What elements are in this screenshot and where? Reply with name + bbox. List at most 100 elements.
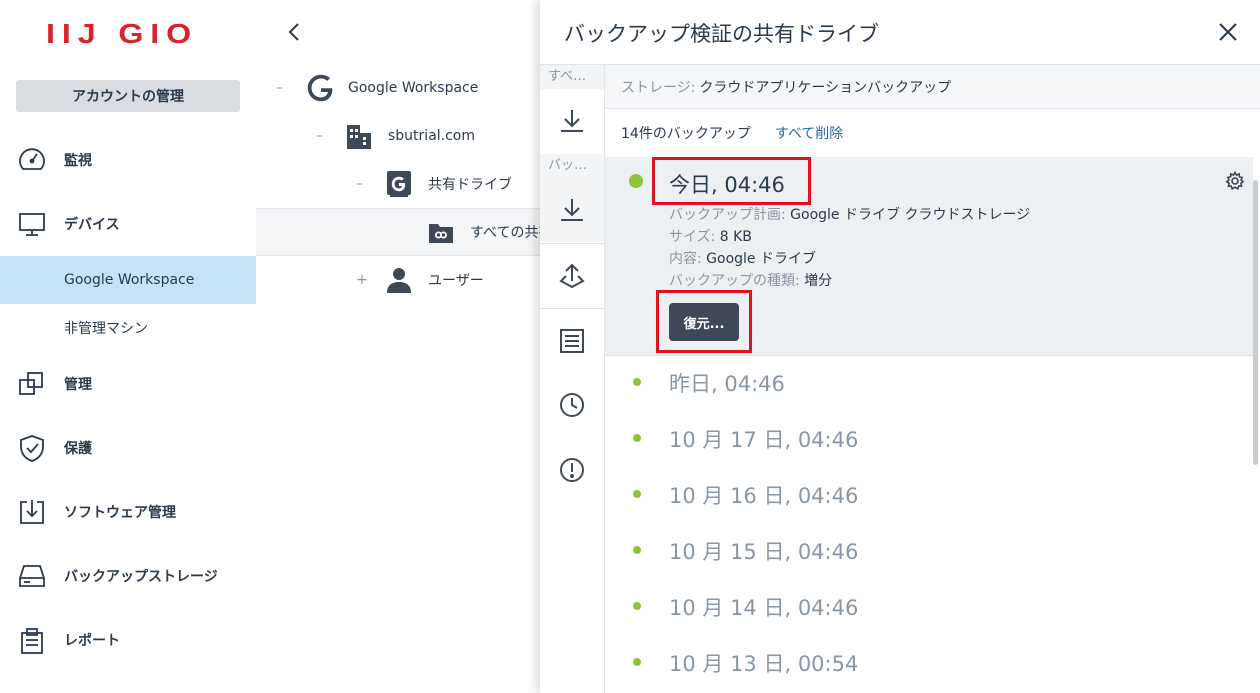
timeline-dot <box>633 546 641 554</box>
backup-entry[interactable]: 10 月 15 日, 04:46 <box>605 524 1253 580</box>
user-icon <box>387 268 411 293</box>
download-backup-button[interactable] <box>540 178 604 242</box>
tree-label: ユーザー <box>428 273 484 289</box>
brand-logo: IIJ GIO <box>46 18 199 49</box>
detail-type: バックアップの種類: 増分 <box>669 270 832 290</box>
tree-row-google-workspace[interactable]: – Google Workspace <box>256 64 546 112</box>
app-root: IIJ GIO アカウントの管理 監視 デバイス Google Workspac… <box>0 0 1260 693</box>
timeline-dot <box>629 174 643 188</box>
backup-date: 10 月 13 日, 00:54 <box>669 652 859 676</box>
clock-icon <box>560 393 584 417</box>
timeline-dot <box>633 602 641 610</box>
nav-sub-google-workspace[interactable]: Google Workspace <box>0 256 256 304</box>
backup-entry[interactable]: 10 月 14 日, 04:46 <box>605 580 1253 636</box>
backup-list-area: ストレージ: クラウドアプリケーションバックアップ 14件のバックアップ すべて… <box>605 65 1260 693</box>
backup-detail-panel: バックアップ検証の共有ドライブ すべ… バッ… ストレージ: クラウドアプリケー… <box>540 0 1260 693</box>
back-arrow-icon[interactable] <box>284 18 304 46</box>
storage-label: ストレージ: <box>621 79 696 96</box>
alert-circle-icon <box>560 458 584 482</box>
nav-item-backup-storage[interactable]: バックアップストレージ <box>0 552 256 600</box>
rail-caption-backup: バッ… <box>540 154 604 178</box>
backup-entry[interactable]: 昨日, 04:46 <box>605 356 1253 412</box>
nav-item-devices[interactable]: デバイス <box>0 200 256 248</box>
panel-title: バックアップ検証の共有ドライブ <box>564 22 879 46</box>
google-drive-box-icon <box>387 171 411 197</box>
rail-caption-all: すべ… <box>540 65 604 89</box>
highlight-box-restore <box>656 290 752 353</box>
shared-folder-icon <box>429 224 453 243</box>
account-management-button[interactable]: アカウントの管理 <box>16 80 240 112</box>
gauge-icon <box>19 148 45 170</box>
backup-entry-selected[interactable]: 今日, 04:46 バックアップ計画: Google ドライブ クラウドストレー… <box>605 157 1253 356</box>
highlight-box-date <box>652 157 811 205</box>
monitor-icon <box>19 213 45 236</box>
google-icon <box>307 74 333 102</box>
nav-item-monitoring[interactable]: 監視 <box>0 136 256 184</box>
shield-check-icon <box>20 435 44 462</box>
tree-row-all-shared[interactable]: すべての共有 <box>256 208 552 256</box>
collapse-toggle[interactable]: – <box>356 176 363 192</box>
delete-all-link[interactable]: すべて削除 <box>775 123 843 143</box>
nav-item-software-management[interactable]: ソフトウェア管理 <box>0 488 256 536</box>
backup-count: 14件のバックアップ <box>621 126 751 142</box>
storage-value: クラウドアプリケーションバックアップ <box>699 79 952 96</box>
expand-toggle[interactable]: + <box>356 272 368 288</box>
log-list-icon <box>560 328 584 353</box>
download-all-button[interactable] <box>540 89 604 153</box>
tree-label: Google Workspace <box>348 80 479 96</box>
nav-item-management[interactable]: 管理 <box>0 360 256 408</box>
upload-restore-icon <box>559 263 585 288</box>
nav-label: ソフトウェア管理 <box>64 505 176 521</box>
tree-row-domain[interactable]: – sbutrial.com <box>256 112 546 160</box>
nav-item-reports[interactable]: レポート <box>0 616 256 664</box>
detail-value: 増分 <box>804 273 833 289</box>
alerts-button[interactable] <box>540 438 604 502</box>
storage-drive-icon <box>19 565 45 587</box>
gear-icon[interactable] <box>1225 171 1245 191</box>
tree-row-shared-drives[interactable]: – 共有ドライブ <box>256 160 546 208</box>
backup-date: 10 月 15 日, 04:46 <box>669 540 859 564</box>
action-rail: すべ… バッ… <box>540 65 605 693</box>
tree-label: 共有ドライブ <box>428 177 512 193</box>
resource-tree: – Google Workspace – sbutrial.com – 共有ドラ… <box>256 0 552 693</box>
timeline-dot <box>633 490 641 498</box>
detail-plan: バックアップ計画: Google ドライブ クラウドストレージ <box>669 204 1030 224</box>
nav-label: 保護 <box>64 441 92 457</box>
activity-log-button[interactable] <box>540 308 604 372</box>
close-icon[interactable] <box>1216 20 1240 44</box>
detail-label: サイズ: <box>669 229 716 245</box>
backup-date: 昨日, 04:46 <box>669 372 785 396</box>
timeline-dot <box>633 434 641 442</box>
restore-upload-button[interactable] <box>540 243 604 307</box>
tree-row-users[interactable]: + ユーザー <box>256 256 546 304</box>
backup-entry[interactable]: 10 月 16 日, 04:46 <box>605 468 1253 524</box>
history-button[interactable] <box>540 373 604 437</box>
backup-date: 10 月 17 日, 04:46 <box>669 428 859 452</box>
backup-entry[interactable]: 10 月 13 日, 00:54 <box>605 636 1253 692</box>
tree-label: sbutrial.com <box>388 128 476 144</box>
detail-size: サイズ: 8 KB <box>669 226 752 246</box>
nav-label: 監視 <box>64 153 92 169</box>
nav-label: デバイス <box>64 217 120 233</box>
detail-value: Google ドライブ <box>706 251 816 267</box>
copy-icon <box>19 372 43 395</box>
software-download-icon <box>20 500 44 524</box>
nav-label: レポート <box>64 633 120 649</box>
backup-entry[interactable]: 10 月 17 日, 04:46 <box>605 412 1253 468</box>
timeline-dot <box>633 658 641 666</box>
nav-sub-label: 非管理マシン <box>64 321 148 337</box>
nav-item-protection[interactable]: 保護 <box>0 424 256 472</box>
download-icon <box>561 199 583 221</box>
scrollbar[interactable] <box>1253 180 1258 465</box>
backup-date: 10 月 16 日, 04:46 <box>669 484 859 508</box>
backup-count-row: 14件のバックアップ すべて削除 <box>605 109 1260 157</box>
backup-date: 10 月 14 日, 04:46 <box>669 596 859 620</box>
building-icon <box>347 125 371 149</box>
detail-label: バックアップ計画: <box>669 207 786 223</box>
nav-sub-unmanaged-machines[interactable]: 非管理マシン <box>0 304 256 352</box>
collapse-toggle[interactable]: – <box>316 128 323 144</box>
detail-content: 内容: Google ドライブ <box>669 248 816 268</box>
storage-info: ストレージ: クラウドアプリケーションバックアップ <box>605 65 1260 109</box>
collapse-toggle[interactable]: – <box>276 80 283 96</box>
sidebar: IIJ GIO アカウントの管理 監視 デバイス Google Workspac… <box>0 0 256 693</box>
